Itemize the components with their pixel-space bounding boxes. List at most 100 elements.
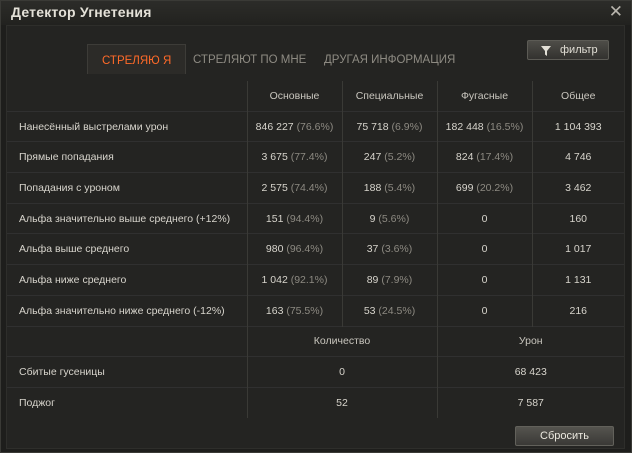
- he-cell: 0: [436, 202, 532, 234]
- he-value: 0: [481, 304, 488, 317]
- special-value: 53: [363, 304, 376, 317]
- count-cell: 0: [246, 356, 437, 388]
- special-percent: (5.4%): [384, 181, 416, 194]
- basic-cell: 1 042 (92.1%): [246, 264, 342, 296]
- he-percent: (16.5%): [486, 120, 524, 133]
- row-label: Альфа ниже среднего: [7, 264, 247, 296]
- special-cell: 188 (5.4%): [341, 172, 437, 204]
- damage-cell: 68 423: [436, 356, 624, 388]
- content-panel: СТРЕЛЯЮ Я СТРЕЛЯЮТ ПО МНЕ ДРУГАЯ ИНФОРМА…: [6, 25, 625, 449]
- he-cell: 824 (17.4%): [436, 141, 532, 173]
- he-value: 699: [455, 181, 474, 194]
- tab-i-shoot[interactable]: СТРЕЛЯЮ Я: [87, 44, 187, 74]
- special-cell: 37 (3.6%): [341, 233, 437, 265]
- total-cell: 4 746: [531, 141, 624, 173]
- row-label: Попадания с уроном: [7, 172, 247, 204]
- row-label: Альфа значительно ниже среднего (-12%): [7, 294, 247, 326]
- row-label: Сбитые гусеницы: [7, 356, 247, 388]
- basic-cell: 151 (94.4%): [246, 202, 342, 234]
- basic-percent: (92.1%): [290, 273, 328, 286]
- special-cell: 247 (5.2%): [341, 141, 437, 173]
- col-header-special: Специальные: [341, 81, 437, 112]
- basic-value: 2 575: [261, 181, 288, 194]
- special-value: 89: [366, 273, 379, 286]
- basic-value: 151: [265, 212, 284, 225]
- funnel-icon: [541, 46, 551, 56]
- basic-cell: 163 (75.5%): [246, 294, 342, 326]
- he-cell: 0: [436, 233, 532, 265]
- special-percent: (6.9%): [391, 120, 423, 133]
- basic-cell: 2 575 (74.4%): [246, 172, 342, 204]
- table-row: Альфа выше среднего 980 (96.4%) 37 (3.6%…: [7, 233, 624, 265]
- tab-other-info[interactable]: ДРУГАЯ ИНФОРМАЦИЯ: [324, 44, 455, 74]
- col-header-damage: Урон: [436, 325, 624, 357]
- col-header-count: Количество: [246, 325, 437, 357]
- special-cell: 75 718 (6.9%): [341, 110, 437, 142]
- basic-percent: (94.4%): [286, 212, 324, 225]
- table-row: Альфа значительно выше среднего (+12%) 1…: [7, 202, 624, 234]
- special-cell: 89 (7.9%): [341, 264, 437, 296]
- title-bar[interactable]: Детектор Угнетения ✕: [1, 1, 631, 25]
- basic-value: 846 227: [255, 120, 294, 133]
- basic-percent: (75.5%): [286, 304, 324, 317]
- tab-shot-at-me[interactable]: СТРЕЛЯЮТ ПО МНЕ: [193, 44, 306, 74]
- he-percent: (20.2%): [476, 181, 514, 194]
- basic-cell: 3 675 (77.4%): [246, 141, 342, 173]
- basic-value: 1 042: [261, 273, 288, 286]
- extra-header-row: Количество Урон: [7, 325, 624, 357]
- col-header-basic: Основные: [246, 81, 342, 112]
- total-cell: 1 017: [531, 233, 624, 265]
- special-cell: 53 (24.5%): [341, 294, 437, 326]
- basic-cell: 980 (96.4%): [246, 233, 342, 265]
- close-icon[interactable]: ✕: [609, 2, 623, 22]
- special-percent: (5.2%): [384, 151, 416, 164]
- total-cell: 1 104 393: [531, 110, 624, 142]
- row-label: Поджог: [7, 386, 247, 418]
- row-label: Альфа выше среднего: [7, 233, 247, 265]
- damage-cell: 7 587: [436, 386, 624, 418]
- basic-value: 163: [265, 304, 284, 317]
- total-cell: 1 131: [531, 264, 624, 296]
- total-cell: 160: [531, 202, 624, 234]
- special-cell: 9 (5.6%): [341, 202, 437, 234]
- table-row: Поджог 52 7 587: [7, 386, 624, 418]
- basic-percent: (77.4%): [290, 151, 328, 164]
- window-title: Детектор Угнетения: [11, 4, 152, 20]
- he-value: 0: [481, 243, 488, 256]
- table-row: Сбитые гусеницы 0 68 423: [7, 356, 624, 388]
- basic-percent: (96.4%): [286, 243, 324, 256]
- special-percent: (24.5%): [378, 304, 416, 317]
- table-row: Прямые попадания 3 675 (77.4%) 247 (5.2%…: [7, 141, 624, 173]
- row-label: Альфа значительно выше среднего (+12%): [7, 202, 247, 234]
- special-percent: (7.9%): [381, 273, 413, 286]
- table-row: Нанесённый выстрелами урон 846 227 (76.6…: [7, 110, 624, 142]
- special-value: 37: [366, 243, 379, 256]
- basic-percent: (76.6%): [296, 120, 334, 133]
- he-value: 0: [481, 273, 488, 286]
- col-header-total: Общее: [531, 81, 624, 112]
- he-percent: (17.4%): [476, 151, 514, 164]
- special-value: 75 718: [356, 120, 389, 133]
- damage-stats-table: Основные Специальные Фугасные Общее Нане…: [7, 81, 624, 418]
- he-value: 182 448: [445, 120, 484, 133]
- count-cell: 52: [246, 386, 437, 418]
- basic-cell: 846 227 (76.6%): [246, 110, 342, 142]
- table-row: Альфа значительно ниже среднего (-12%) 1…: [7, 294, 624, 326]
- he-cell: 0: [436, 294, 532, 326]
- row-label: Нанесённый выстрелами урон: [7, 110, 247, 142]
- row-label: Прямые попадания: [7, 141, 247, 173]
- he-cell: 0: [436, 264, 532, 296]
- col-header-he: Фугасные: [436, 81, 532, 112]
- basic-value: 3 675: [261, 151, 288, 164]
- special-value: 9: [369, 212, 376, 225]
- table-row: Альфа ниже среднего 1 042 (92.1%) 89 (7.…: [7, 264, 624, 296]
- basic-percent: (74.4%): [290, 181, 328, 194]
- filter-button[interactable]: фильтр: [527, 40, 609, 60]
- he-cell: 699 (20.2%): [436, 172, 532, 204]
- total-cell: 216: [531, 294, 624, 326]
- special-value: 188: [363, 181, 382, 194]
- table-row: Попадания с уроном 2 575 (74.4%) 188 (5.…: [7, 172, 624, 204]
- special-value: 247: [363, 151, 382, 164]
- reset-button[interactable]: Сбросить: [515, 426, 614, 446]
- he-value: 824: [455, 151, 474, 164]
